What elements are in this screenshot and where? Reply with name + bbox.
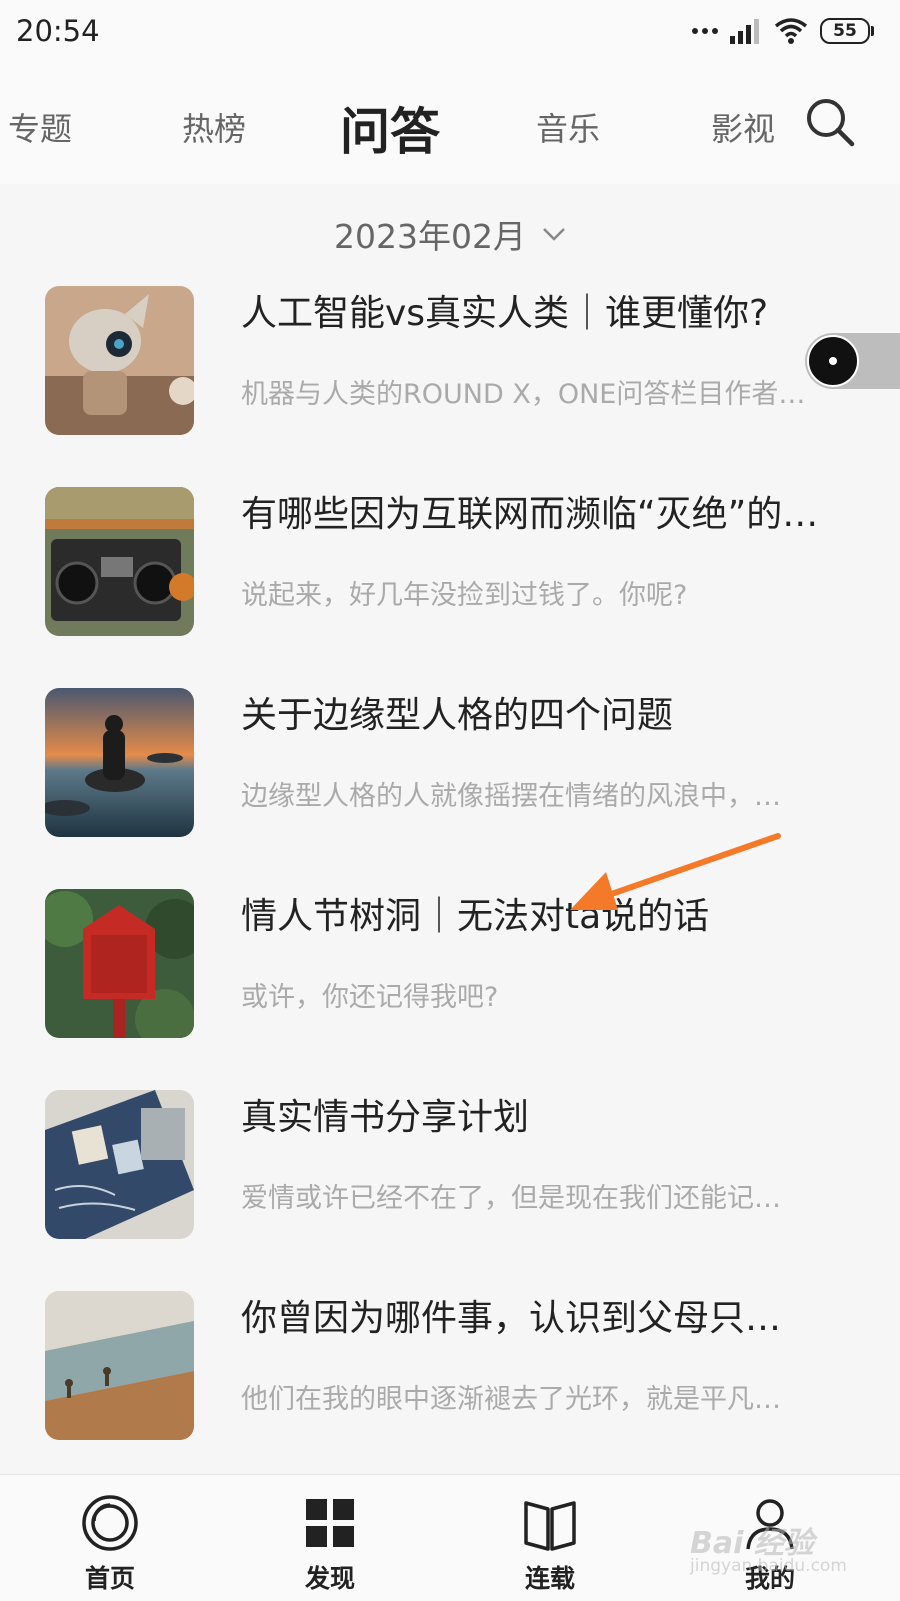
floating-music-player[interactable] — [805, 333, 900, 389]
book-icon — [524, 1501, 576, 1551]
article-thumbnail — [45, 286, 194, 435]
article-desc: 边缘型人格的人就像摇摆在情绪的风浪中，… — [241, 781, 781, 812]
bottom-nav-label: 发现 — [304, 1564, 355, 1593]
article-desc: 机器与人类的ROUND X，ONE问答栏目作者… — [241, 379, 806, 410]
article-thumbnail — [45, 1291, 194, 1440]
grid-icon — [306, 1499, 354, 1547]
bottom-nav-label: 连载 — [524, 1564, 575, 1593]
article-title: 人工智能vs真实人类｜谁更懂你? — [241, 293, 769, 334]
bottom-nav-discover[interactable]: 发现 — [270, 1475, 390, 1601]
article-desc: 说起来，好几年没捡到过钱了。你呢? — [241, 580, 688, 611]
article-title: 关于边缘型人格的四个问题 — [241, 695, 674, 736]
tab-movies[interactable]: 影视 — [711, 104, 775, 150]
chevron-down-icon — [543, 228, 565, 241]
bottom-nav-home[interactable]: 首页 — [50, 1475, 170, 1601]
list-item[interactable]: 真实情书分享计划 爱情或许已经不在了，但是现在我们还能记… — [0, 1074, 900, 1274]
search-icon[interactable] — [804, 96, 856, 148]
article-desc: 或许，你还记得我吧? — [241, 982, 499, 1013]
signal-icon — [730, 19, 759, 44]
battery-indicator: 55 — [820, 18, 874, 44]
watermark-url: jingyan.baidu.com — [690, 1556, 847, 1576]
tab-topics[interactable]: 专题 — [8, 104, 72, 150]
article-desc: 他们在我的眼中逐渐褪去了光环，就是平凡… — [241, 1384, 781, 1415]
bottom-nav-label: 首页 — [84, 1564, 135, 1593]
month-selector[interactable]: 2023年02月 — [334, 210, 566, 258]
article-title: 有哪些因为互联网而濒临“灭绝”的… — [241, 494, 819, 535]
list-item[interactable]: 有哪些因为互联网而濒临“灭绝”的… 说起来，好几年没捡到过钱了。你呢? — [0, 471, 900, 671]
list-item[interactable]: 你曾因为哪件事，认识到父母只… 他们在我的眼中逐渐褪去了光环，就是平凡… — [0, 1275, 900, 1475]
wifi-icon — [774, 18, 808, 44]
month-label: 2023年02月 — [334, 217, 526, 256]
bottom-nav-serial[interactable]: 连载 — [490, 1475, 610, 1601]
article-desc: 爱情或许已经不在了，但是现在我们还能记… — [241, 1183, 781, 1214]
article-thumbnail — [45, 688, 194, 837]
article-title: 你曾因为哪件事，认识到父母只… — [241, 1298, 782, 1339]
tab-hot-list[interactable]: 热榜 — [182, 104, 246, 150]
status-time: 20:54 — [16, 14, 100, 48]
more-dots-icon — [692, 28, 718, 34]
article-title: 真实情书分享计划 — [241, 1097, 530, 1138]
article-thumbnail — [45, 889, 194, 1038]
home-circle-icon — [82, 1495, 138, 1551]
status-icons: 55 — [692, 14, 874, 48]
vinyl-disc-icon — [807, 335, 859, 387]
tab-qa[interactable]: 问答 — [340, 92, 440, 164]
tab-music[interactable]: 音乐 — [536, 104, 600, 150]
top-tab-bar: 专题 热榜 问答 音乐 影视 — [0, 64, 900, 184]
article-thumbnail — [45, 487, 194, 636]
list-item[interactable]: 人工智能vs真实人类｜谁更懂你? 机器与人类的ROUND X，ONE问答栏目作者… — [0, 270, 900, 470]
status-bar: 20:54 55 — [0, 0, 900, 64]
article-thumbnail — [45, 1090, 194, 1239]
annotation-arrow-icon — [570, 833, 781, 910]
